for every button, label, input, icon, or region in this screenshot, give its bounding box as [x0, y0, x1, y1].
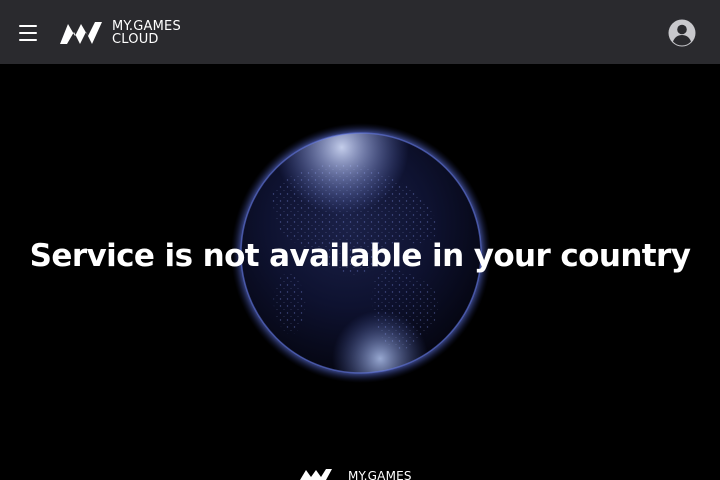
mygames-logo-icon: [300, 469, 332, 480]
mygames-cloud-logo[interactable]: MY.GAMES CLOUD: [58, 17, 181, 49]
menu-line: [19, 25, 37, 27]
top-bar: MY.GAMES CLOUD: [0, 0, 720, 64]
hamburger-menu-button[interactable]: [16, 20, 42, 46]
profile-button[interactable]: [668, 19, 696, 47]
mygames-logo-icon: [60, 22, 102, 44]
page: MY.GAMES CLOUD Service is not available …: [0, 0, 720, 480]
logo-text: MY.GAMES CLOUD: [112, 20, 181, 46]
footer-mygames-logo: MY.GAMES: [298, 468, 412, 480]
menu-line: [19, 39, 37, 41]
service-unavailable-message: Service is not available in your country: [29, 238, 691, 274]
menu-line: [19, 32, 37, 34]
logo-line-cloud: CLOUD: [112, 32, 159, 47]
user-avatar-icon: [668, 19, 696, 47]
footer-logo-label: MY.GAMES: [348, 469, 412, 480]
footer-logo-text: MY.GAMES: [348, 468, 412, 480]
